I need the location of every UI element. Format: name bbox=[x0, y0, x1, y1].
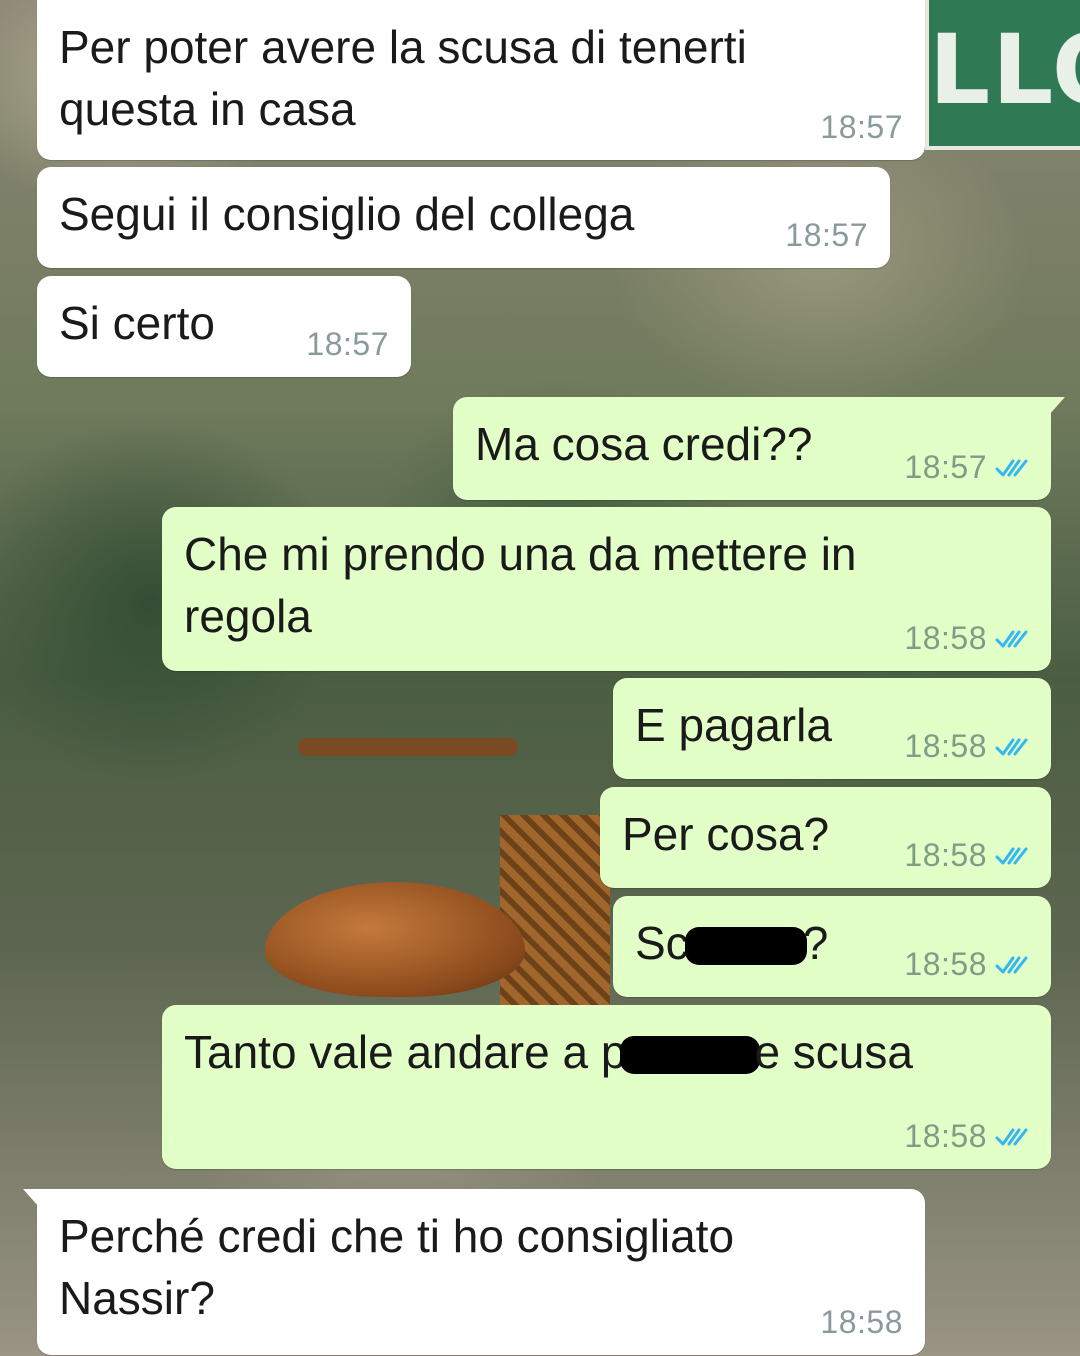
double-check-icon bbox=[995, 459, 1028, 476]
redaction-mark bbox=[620, 1036, 761, 1074]
message-text-after: e scusa bbox=[754, 1026, 913, 1078]
message-time: 18:57 bbox=[904, 449, 987, 485]
message-time: 18:58 bbox=[820, 1304, 903, 1340]
wallpaper-bike-saddle bbox=[265, 882, 525, 997]
message-outgoing[interactable]: Tanto vale andare a p e scusa 18:58 bbox=[162, 1005, 1051, 1169]
message-meta: 18:58 bbox=[904, 946, 1029, 983]
message-time: 18:58 bbox=[904, 1118, 987, 1154]
message-meta: 18:57 bbox=[306, 326, 389, 363]
message-meta: 18:57 bbox=[904, 449, 1029, 486]
message-meta: 18:58 bbox=[904, 728, 1029, 765]
message-time: 18:58 bbox=[904, 837, 987, 873]
double-check-icon bbox=[995, 1128, 1028, 1145]
message-time: 18:57 bbox=[820, 109, 903, 145]
message-incoming[interactable]: Per poter avere la scusa di tenerti ques… bbox=[37, 0, 925, 160]
message-outgoing[interactable]: Che mi prendo una da mettere in regola 1… bbox=[162, 507, 1051, 671]
message-meta: 18:57 bbox=[785, 217, 868, 254]
message-text-before: Tanto vale andare a p bbox=[184, 1026, 627, 1078]
message-text: Segui il consiglio del collega bbox=[59, 188, 635, 240]
message-meta: 18:57 bbox=[820, 109, 903, 146]
bubble-tail bbox=[23, 1189, 39, 1207]
message-meta: 18:58 bbox=[904, 1118, 1029, 1155]
redaction-mark bbox=[684, 927, 807, 965]
message-text: Tanto vale andare a p e scusa bbox=[184, 1021, 1029, 1083]
message-outgoing[interactable]: Ma cosa credi?? 18:57 bbox=[453, 397, 1065, 500]
street-sign-text: LLOW bbox=[929, 14, 1080, 126]
message-meta: 18:58 bbox=[904, 837, 1029, 874]
message-outgoing[interactable]: Per cosa? 18:58 bbox=[600, 787, 1051, 888]
message-time: 18:57 bbox=[306, 326, 389, 362]
message-time: 18:58 bbox=[904, 728, 987, 764]
message-outgoing[interactable]: E pagarla 18:58 bbox=[613, 678, 1051, 779]
message-incoming[interactable]: Perché credi che ti ho consigliato Nassi… bbox=[23, 1189, 925, 1355]
message-text-after: ? bbox=[802, 917, 829, 969]
message-meta: 18:58 bbox=[820, 1304, 903, 1341]
wallpaper-street-sign: LLOW bbox=[925, 0, 1080, 150]
double-check-icon bbox=[995, 630, 1028, 647]
message-time: 18:58 bbox=[904, 946, 987, 982]
double-check-icon bbox=[995, 847, 1028, 864]
double-check-icon bbox=[995, 738, 1028, 755]
message-time: 18:58 bbox=[904, 620, 987, 656]
bubble-tail bbox=[1049, 397, 1065, 415]
wallpaper-bike-handlebar bbox=[298, 738, 518, 756]
message-incoming[interactable]: Si certo 18:57 bbox=[37, 276, 411, 377]
message-outgoing[interactable]: Sc? 18:58 bbox=[613, 896, 1051, 997]
message-time: 18:57 bbox=[785, 217, 868, 253]
message-text-before: Sc bbox=[635, 917, 689, 969]
message-text: Per poter avere la scusa di tenerti ques… bbox=[59, 21, 747, 135]
double-check-icon bbox=[995, 956, 1028, 973]
wallpaper-bike-basket bbox=[500, 815, 610, 1005]
message-text: Perché credi che ti ho consigliato Nassi… bbox=[59, 1210, 735, 1324]
message-incoming[interactable]: Segui il consiglio del collega 18:57 bbox=[37, 167, 890, 268]
message-text: Che mi prendo una da mettere in regola bbox=[184, 528, 857, 642]
message-meta: 18:58 bbox=[904, 620, 1029, 657]
